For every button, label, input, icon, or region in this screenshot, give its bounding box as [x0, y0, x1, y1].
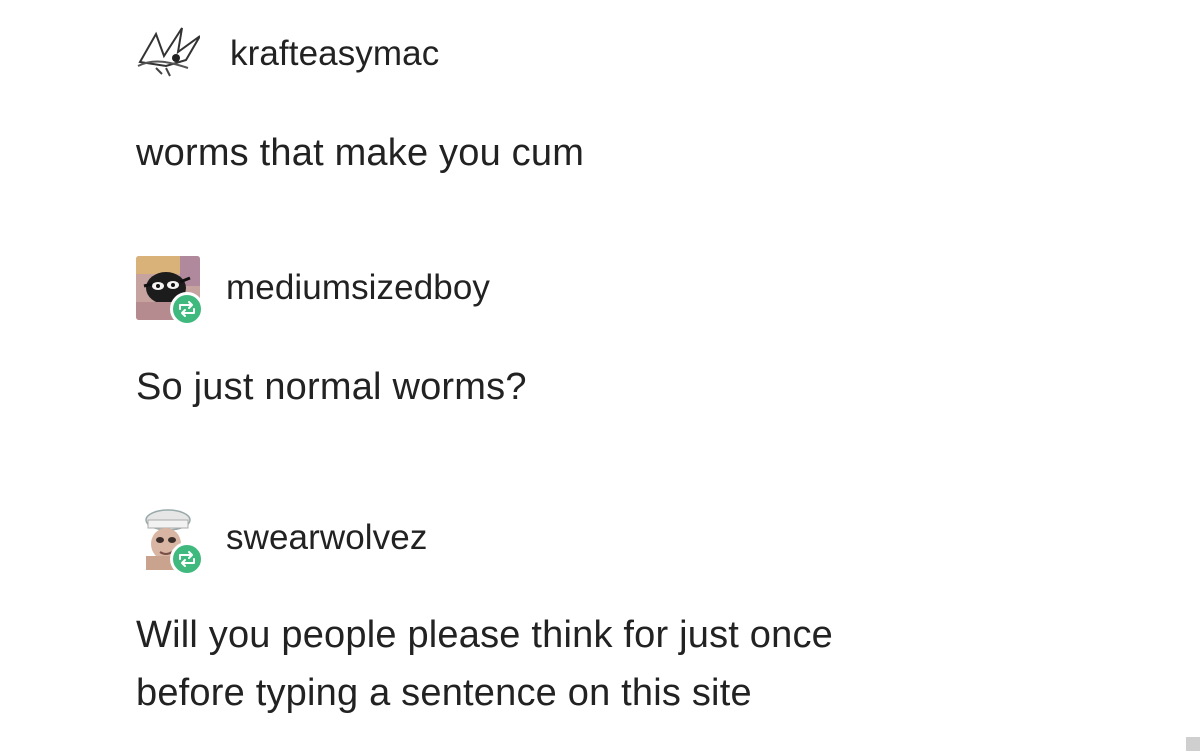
- reblog-thread: krafteasymac worms that make you cum med…: [0, 0, 1200, 751]
- reblog-icon: [179, 301, 195, 317]
- post-text: worms that make you cum: [136, 132, 585, 174]
- post-username[interactable]: swearwolvez: [226, 518, 427, 558]
- post-text-line: Will you people please think for just on…: [136, 614, 834, 656]
- avatar[interactable]: [136, 256, 208, 326]
- reblog-icon: [179, 551, 195, 567]
- avatar[interactable]: [136, 506, 208, 576]
- post-header: mediumsizedboy: [136, 256, 527, 326]
- post-text: Will you people please think for just on…: [136, 606, 833, 722]
- corner-mark: [1186, 737, 1200, 751]
- reblog-badge: [170, 292, 204, 326]
- avatar[interactable]: [136, 22, 208, 86]
- post-swearwolvez: swearwolvez Will you people please think…: [136, 506, 833, 722]
- post-header: swearwolvez: [136, 506, 833, 576]
- post-krafteasymac: krafteasymac worms that make you cum: [136, 22, 584, 182]
- bird-sketch-icon: [136, 22, 200, 86]
- post-mediumsizedboy: mediumsizedboy So just normal worms?: [136, 256, 527, 416]
- post-username[interactable]: krafteasymac: [230, 34, 439, 74]
- post-username[interactable]: mediumsizedboy: [226, 268, 490, 308]
- post-text-line: before typing a sentence on this site: [136, 672, 752, 714]
- reblog-badge: [170, 542, 204, 576]
- post-header: krafteasymac: [136, 22, 584, 86]
- post-text: So just normal worms?: [136, 366, 527, 408]
